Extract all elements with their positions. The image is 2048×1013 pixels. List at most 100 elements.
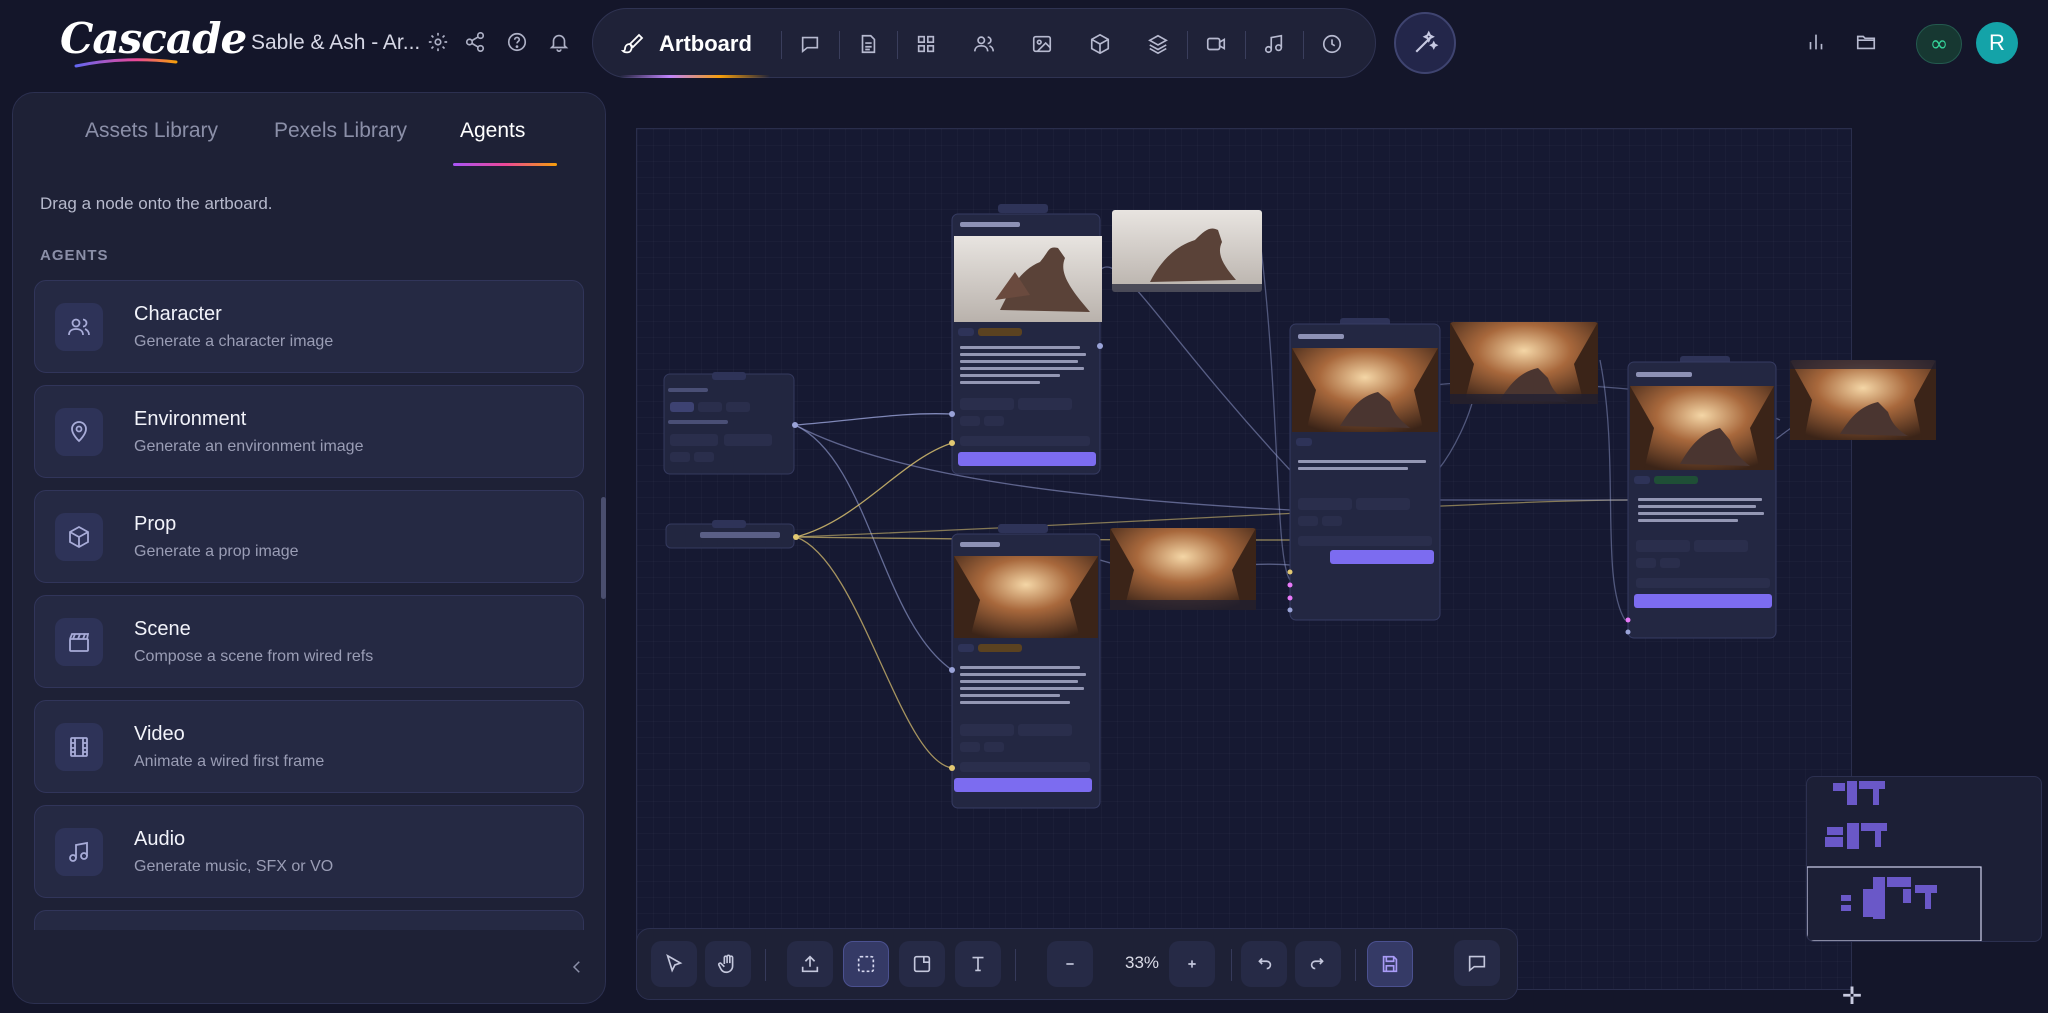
comment-icon <box>1468 955 1486 973</box>
bell-icon[interactable] <box>545 28 573 56</box>
text-icon <box>972 956 984 972</box>
avatar[interactable]: R <box>1976 22 2018 64</box>
redo-button[interactable] <box>1295 941 1341 987</box>
node-ashs-cave[interactable] <box>949 524 1101 809</box>
ashs-silent-sorrow-output-image[interactable] <box>1790 360 1936 440</box>
pill-divider <box>839 31 840 59</box>
artboard-tab[interactable]: Artboard <box>621 21 752 67</box>
agent-card-video[interactable]: Video Animate a wired first frame <box>34 700 584 793</box>
comments-button[interactable] <box>1454 940 1500 986</box>
node-ash-in-the-cave[interactable] <box>1287 318 1441 621</box>
save-button[interactable] <box>1367 941 1413 987</box>
agent-title: Scene <box>134 618 191 640</box>
collapse-panel-button[interactable] <box>565 955 589 979</box>
video-icon[interactable] <box>1203 31 1229 57</box>
tool-switcher: Artboard <box>592 8 1376 78</box>
cube-icon <box>55 513 103 561</box>
grid-icon[interactable] <box>913 31 939 57</box>
app-logo[interactable]: Cascade <box>60 14 247 63</box>
agent-description: Generate a prop image <box>134 543 299 560</box>
paintbrush-icon <box>621 33 644 54</box>
chat-icon[interactable] <box>797 31 823 57</box>
gear-icon[interactable] <box>424 28 452 56</box>
ash-dragon-output-image[interactable] <box>1112 210 1262 292</box>
node-ashs-silent-sorrow[interactable] <box>1625 356 1777 639</box>
help-icon[interactable] <box>503 28 531 56</box>
toolbar-divider <box>1015 949 1016 981</box>
pan-tool-button[interactable] <box>705 941 751 987</box>
panel-hint: Drag a node onto the artboard. <box>40 194 273 213</box>
agent-card-audio[interactable]: Audio Generate music, SFX or VO <box>34 805 584 898</box>
magic-wand-icon <box>1415 30 1439 53</box>
upload-icon <box>801 955 819 973</box>
text-tool-button[interactable] <box>955 941 1001 987</box>
ai-wizard-button[interactable] <box>1394 12 1456 74</box>
artboard-label: Artboard <box>659 31 752 56</box>
zoom-level[interactable]: 33% <box>1107 953 1177 973</box>
infinity-button[interactable]: ∞ <box>1916 24 1962 64</box>
clock-icon[interactable] <box>1319 31 1345 57</box>
select-tool-button[interactable] <box>651 941 697 987</box>
users-icon[interactable] <box>971 31 997 57</box>
undo-icon <box>1258 957 1272 970</box>
map-pin-icon <box>55 408 103 456</box>
redo-icon <box>1310 957 1324 970</box>
tab-assets-library[interactable]: Assets Library <box>85 119 218 143</box>
hand-icon <box>718 954 734 974</box>
tab-agents[interactable]: Agents <box>460 119 525 143</box>
agent-card-scene[interactable]: Scene Compose a scene from wired refs <box>34 595 584 688</box>
document-icon[interactable] <box>855 31 881 57</box>
upload-button[interactable] <box>787 941 833 987</box>
project-name[interactable]: Sable & Ash - Ar... <box>251 31 420 55</box>
frame-tool-button[interactable] <box>899 941 945 987</box>
image-icon[interactable] <box>1029 31 1055 57</box>
pill-divider <box>1187 31 1188 59</box>
agents-panel: Assets Library Pexels Library Agents Dra… <box>12 92 606 1004</box>
crosshair-cursor-icon: ✛ <box>1842 982 1863 1010</box>
minimap-preview <box>1807 781 1982 941</box>
frame-icon <box>913 955 931 973</box>
marquee-select-button[interactable] <box>843 941 889 987</box>
music-icon[interactable] <box>1261 31 1287 57</box>
ashs-cave-output-image[interactable] <box>1110 528 1256 610</box>
agent-card-environment[interactable]: Environment Generate an environment imag… <box>34 385 584 478</box>
toolbar-divider <box>765 949 766 981</box>
tab-pexels-library[interactable]: Pexels Library <box>274 119 407 143</box>
bar-chart-icon[interactable] <box>1802 28 1830 56</box>
clapperboard-icon <box>55 618 103 666</box>
panel-scrollbar[interactable] <box>601 497 606 599</box>
agent-description: Generate music, SFX or VO <box>134 858 334 875</box>
pill-divider <box>1303 31 1304 59</box>
zoom-out-button[interactable] <box>1047 941 1093 987</box>
chevron-left-icon <box>572 961 580 973</box>
bottom-toolbar: 33% <box>636 928 1518 1000</box>
agent-card-prop[interactable]: Prop Generate a prop image <box>34 490 584 583</box>
agent-title: Video <box>134 723 185 745</box>
node-ash-dragon[interactable] <box>949 204 1103 475</box>
style-node[interactable] <box>665 520 799 549</box>
active-tab-indicator <box>453 163 557 166</box>
minimap[interactable] <box>1806 776 2042 942</box>
cube-icon[interactable] <box>1087 31 1113 57</box>
film-icon <box>55 723 103 771</box>
agent-card-character[interactable]: Character Generate a character image <box>34 280 584 373</box>
pill-divider <box>897 31 898 59</box>
share-icon[interactable] <box>461 28 489 56</box>
agent-description: Generate an environment image <box>134 438 364 455</box>
folder-icon[interactable] <box>1852 28 1880 56</box>
agent-title: Audio <box>134 828 186 850</box>
panel-tabs: Assets Library Pexels Library Agents <box>13 93 605 173</box>
layers-icon[interactable] <box>1145 31 1171 57</box>
logo-swoosh-icon <box>74 58 178 68</box>
project-brief-node[interactable] <box>663 372 798 475</box>
artboard-active-indicator <box>620 75 770 78</box>
agent-description: Generate a character image <box>134 333 334 350</box>
toolbar-divider <box>1231 949 1232 981</box>
zoom-in-button[interactable] <box>1169 941 1215 987</box>
agent-title: Character <box>134 303 222 325</box>
ash-in-the-cave-output-image[interactable] <box>1450 322 1598 404</box>
undo-button[interactable] <box>1241 941 1287 987</box>
agent-card-partial[interactable] <box>34 910 584 930</box>
music-icon <box>55 828 103 876</box>
agent-description: Compose a scene from wired refs <box>134 648 374 665</box>
